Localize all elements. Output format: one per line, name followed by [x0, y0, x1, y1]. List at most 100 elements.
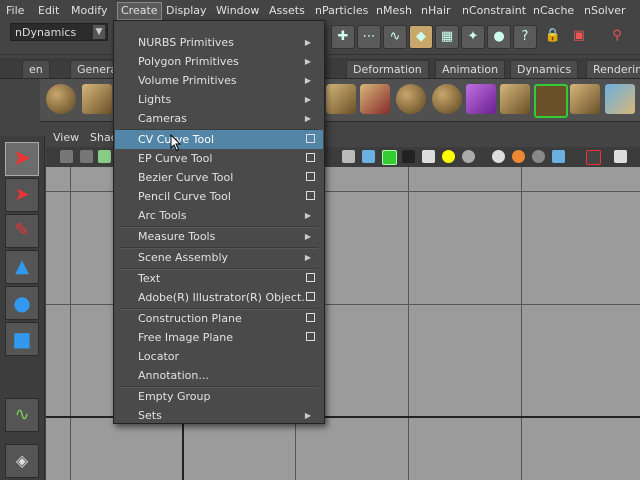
option-box-icon[interactable]	[306, 191, 315, 200]
snap-grid-icon[interactable]: ✚	[331, 25, 355, 49]
shelf-tab-dynamics[interactable]: Dynamics	[510, 60, 579, 78]
option-box-icon[interactable]	[306, 313, 315, 322]
menu-ncache[interactable]: nCache	[533, 3, 574, 19]
menu-create[interactable]: Create	[117, 2, 162, 20]
nucleus-icon[interactable]	[466, 84, 496, 114]
rotate-tool-icon[interactable]: ●	[5, 286, 39, 320]
curve-tool-icon[interactable]: ∿	[5, 398, 39, 432]
select-tool-icon[interactable]: ➤	[5, 142, 39, 176]
menu-item-label: Cameras	[138, 112, 187, 125]
menu-item-cameras[interactable]: Cameras ▶	[115, 109, 323, 128]
field-icon[interactable]	[570, 84, 600, 114]
menu-modify[interactable]: Modify	[71, 3, 107, 19]
menu-display[interactable]: Display	[166, 3, 207, 19]
camera-icon[interactable]: ⚲	[606, 25, 628, 47]
menu-item-nurbs-primitives[interactable]: NURBS Primitives ▶	[115, 33, 323, 52]
menu-assets[interactable]: Assets	[269, 3, 305, 19]
film-gate-icon[interactable]	[586, 150, 601, 165]
lasso-tool-icon[interactable]: ➤	[5, 178, 39, 212]
snap-view-plane-icon[interactable]: ◆	[409, 25, 433, 49]
sphere-icon[interactable]	[46, 84, 76, 114]
xray-icon[interactable]	[402, 150, 415, 163]
option-box-icon[interactable]	[306, 153, 315, 162]
menu-item-polygon-primitives[interactable]: Polygon Primitives ▶	[115, 52, 323, 71]
menu-item-locator[interactable]: Locator	[115, 347, 323, 366]
option-box-icon[interactable]	[306, 172, 315, 181]
chevron-down-icon[interactable]: ▼	[93, 25, 105, 39]
history-icon[interactable]: ✦	[461, 25, 485, 49]
menu-item-empty-group[interactable]: Empty Group	[115, 387, 323, 406]
menu-edit[interactable]: Edit	[38, 3, 59, 19]
make-live-icon[interactable]: ▦	[435, 25, 459, 49]
menu-window[interactable]: Window	[216, 3, 259, 19]
menu-item-label: Construction Plane	[138, 312, 242, 325]
shelf-tab-deformation[interactable]: Deformation	[346, 60, 429, 78]
smooth-shade-icon[interactable]	[362, 150, 375, 163]
panel-menu-view[interactable]: View	[53, 131, 79, 144]
layout-icon[interactable]: ◈	[5, 444, 39, 478]
cache-icon[interactable]	[605, 84, 635, 114]
cloth-icon[interactable]	[500, 84, 530, 114]
panel-bookmark-icon[interactable]	[80, 150, 93, 163]
menu-nhair[interactable]: nHair	[421, 3, 451, 19]
snap-point-icon[interactable]: ∿	[383, 25, 407, 49]
menu-nconstraint[interactable]: nConstraint	[462, 3, 526, 19]
move-tool-icon[interactable]: ▲	[5, 250, 39, 284]
help-icon[interactable]: ?	[513, 25, 537, 49]
option-box-icon[interactable]	[306, 332, 315, 341]
transform-icon[interactable]	[360, 84, 390, 114]
menu-item-scene-assembly[interactable]: Scene Assembly ▶	[115, 248, 323, 267]
menu-item-arc-tools[interactable]: Arc Tools ▶	[115, 206, 323, 225]
submenu-arrow-icon: ▶	[304, 232, 311, 241]
sphere-edit-icon[interactable]	[432, 84, 462, 114]
plane-icon[interactable]	[326, 84, 356, 114]
menu-item-bezier-curve-tool[interactable]: Bezier Curve Tool	[115, 168, 323, 187]
shelf-tab-rendering[interactable]: Rendering	[586, 60, 640, 78]
menu-item-cv-curve-tool[interactable]: CV Curve Tool	[115, 130, 323, 149]
antialias-icon[interactable]	[532, 150, 545, 163]
menu-item-free-image-plane[interactable]: Free Image Plane	[115, 328, 323, 347]
shelf-tab-general-partial[interactable]: en	[22, 60, 50, 78]
option-box-icon[interactable]	[306, 134, 315, 143]
submenu-arrow-icon: ▶	[304, 211, 311, 220]
option-box-icon[interactable]	[306, 292, 315, 301]
cube-icon[interactable]	[82, 84, 112, 114]
panel-film-icon[interactable]	[98, 150, 111, 163]
menu-file[interactable]: File	[6, 3, 24, 19]
selection-mask-icon[interactable]: ▣	[568, 25, 590, 47]
panel-camera-icon[interactable]	[60, 150, 73, 163]
menu-item-adobe-illustrator-object[interactable]: Adobe(R) Illustrator(R) Object...	[115, 288, 323, 307]
isolate-icon[interactable]	[382, 150, 397, 165]
mode-selector[interactable]: nDynamics ▼	[10, 23, 108, 41]
shadow-icon[interactable]	[462, 150, 475, 163]
menu-nsolver[interactable]: nSolver	[584, 3, 626, 19]
scale-tool-icon[interactable]: ■	[5, 322, 39, 356]
shelf-tab-animation[interactable]: Animation	[435, 60, 506, 78]
depth-icon[interactable]	[552, 150, 565, 163]
menu-item-sets[interactable]: Sets ▶	[115, 406, 323, 425]
render-icon[interactable]: ●	[487, 25, 511, 49]
ambient-icon[interactable]	[492, 150, 505, 163]
menu-item-volume-primitives[interactable]: Volume Primitives ▶	[115, 71, 323, 90]
resolution-gate-icon[interactable]	[614, 150, 627, 163]
wireframe-icon[interactable]	[342, 150, 355, 163]
lighting-icon[interactable]	[442, 150, 455, 163]
menu-nmesh[interactable]: nMesh	[376, 3, 412, 19]
lock-icon[interactable]: 🔒	[542, 25, 564, 47]
menu-item-ep-curve-tool[interactable]: EP Curve Tool	[115, 149, 323, 168]
menu-item-annotation[interactable]: Annotation...	[115, 366, 323, 385]
paint-select-tool-icon[interactable]: ✎	[5, 214, 39, 248]
snap-curve-icon[interactable]: ⋯	[357, 25, 381, 49]
menu-item-label: Scene Assembly	[138, 251, 229, 264]
menu-item-text[interactable]: Text	[115, 269, 323, 288]
constraint-icon[interactable]	[534, 84, 568, 118]
sphere-copy-icon[interactable]	[396, 84, 426, 114]
menu-item-lights[interactable]: Lights ▶	[115, 90, 323, 109]
menu-item-pencil-curve-tool[interactable]: Pencil Curve Tool	[115, 187, 323, 206]
menu-item-construction-plane[interactable]: Construction Plane	[115, 309, 323, 328]
menu-item-measure-tools[interactable]: Measure Tools ▶	[115, 227, 323, 246]
texture-icon[interactable]	[422, 150, 435, 163]
menu-nparticles[interactable]: nParticles	[315, 3, 368, 19]
motion-blur-icon[interactable]	[512, 150, 525, 163]
option-box-icon[interactable]	[306, 273, 315, 282]
